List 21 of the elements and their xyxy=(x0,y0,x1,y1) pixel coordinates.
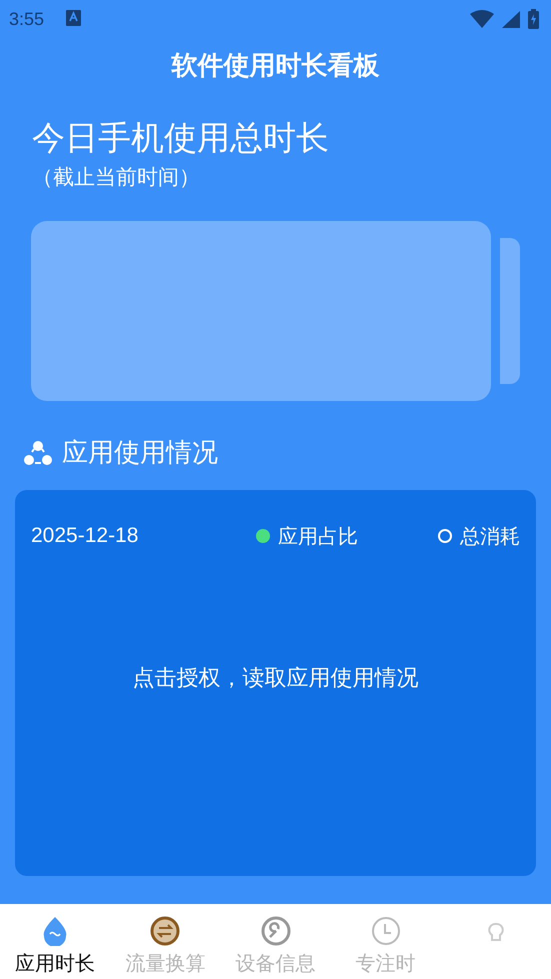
share-icon xyxy=(24,440,52,466)
drop-icon xyxy=(42,916,68,946)
keyboard-notification-icon xyxy=(66,10,82,26)
signal-icon xyxy=(502,10,520,28)
status-time: 3:55 xyxy=(9,8,44,30)
wrench-icon xyxy=(260,916,290,946)
usage-subtitle: （截止当前时间） xyxy=(32,164,201,191)
section-title: 应用使用情况 xyxy=(62,437,218,470)
battery-icon xyxy=(528,9,539,29)
swap-icon xyxy=(150,916,180,946)
legend-label: 应用占比 xyxy=(278,522,358,550)
wifi-icon xyxy=(470,10,494,28)
date-label: 2025-12-18 xyxy=(31,524,138,548)
legend-label: 总消耗 xyxy=(460,522,520,550)
usage-title: 今日手机使用总时长 xyxy=(32,117,330,159)
legend-item[interactable]: 总消耗 xyxy=(438,522,520,550)
page-title: 软件使用时长看板 xyxy=(170,50,380,83)
nav-tab[interactable]: 应用时长 xyxy=(0,904,110,979)
legend-item[interactable]: 应用占比 xyxy=(256,522,358,550)
clock-icon xyxy=(370,916,401,946)
authorize-message[interactable]: 点击授权，读取应用使用情况 xyxy=(31,663,520,693)
